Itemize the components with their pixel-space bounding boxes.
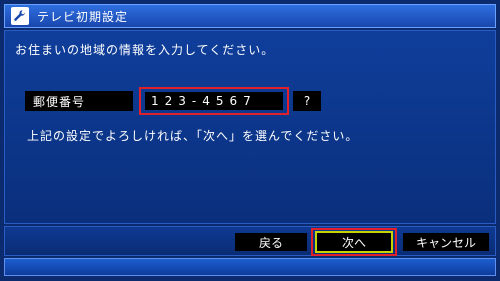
zip-label: 郵便番号: [25, 91, 133, 111]
content-panel: お住まいの地域の情報を入力してください。 郵便番号 123-4567 ? 上記の…: [4, 30, 496, 224]
confirm-note: 上記の設定でよろしければ、「次へ」を選んでください。: [27, 129, 359, 143]
button-bar: 戻る 次へ キャンセル: [4, 226, 496, 256]
title-bar: テレビ初期設定: [4, 4, 496, 28]
instruction-text: お住まいの地域の情報を入力してください。: [15, 43, 275, 57]
settings-window: テレビ初期設定 お住まいの地域の情報を入力してください。 郵便番号 123-45…: [0, 0, 500, 281]
window-title: テレビ初期設定: [37, 9, 129, 24]
wrench-icon-graphic: [14, 10, 25, 21]
wrench-icon: [11, 7, 29, 25]
zip-input-highlight: 123-4567: [139, 87, 289, 115]
zip-input[interactable]: 123-4567: [145, 92, 283, 110]
cancel-button[interactable]: キャンセル: [403, 233, 489, 251]
zip-row: 郵便番号 123-4567 ?: [25, 87, 325, 115]
back-button[interactable]: 戻る: [235, 233, 307, 251]
next-button-highlight: 次へ: [311, 228, 397, 256]
help-button[interactable]: ?: [293, 91, 321, 111]
footer-bar: [4, 258, 496, 276]
next-button[interactable]: 次へ: [315, 231, 393, 253]
